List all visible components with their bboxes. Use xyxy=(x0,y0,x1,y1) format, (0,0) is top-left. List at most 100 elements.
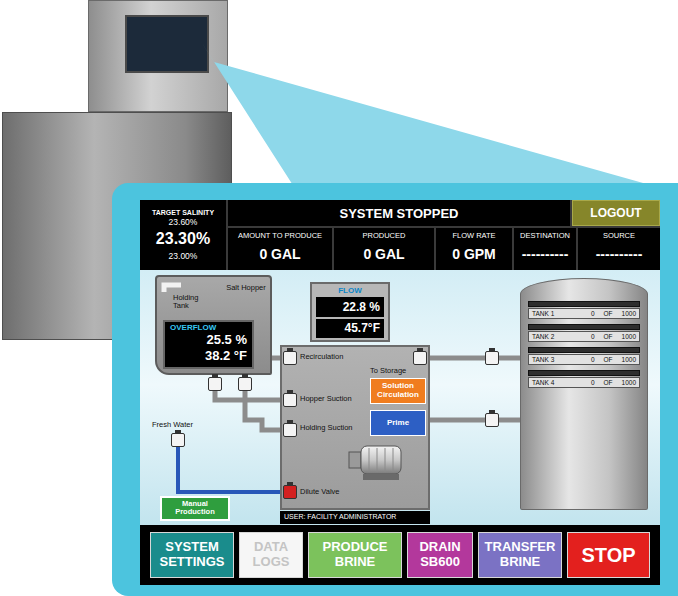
command-button[interactable]: DRAIN SB600 xyxy=(407,532,473,578)
hmi-screen: TARGET SALINITY23.60% 23.30% 23.00% SYSTEM … xyxy=(140,200,660,585)
flow-percent: 22.8 % xyxy=(316,297,384,317)
enclosure-screen xyxy=(125,15,209,73)
valve-label: Recirculation xyxy=(300,352,343,361)
tank-gauge xyxy=(528,370,640,376)
user-bar: USER: FACILITY ADMINISTRATOR xyxy=(280,511,430,524)
system-status: SYSTEM STOPPED xyxy=(228,200,570,226)
pump-motor-icon xyxy=(345,438,410,486)
command-button[interactable]: DATA LOGS xyxy=(239,532,303,578)
tank-of: OF xyxy=(604,379,613,386)
valve[interactable] xyxy=(413,351,427,365)
valve-label: Holding Suction xyxy=(300,423,353,432)
salinity-value: 23.30% xyxy=(156,230,210,248)
salt-hopper: Holding TankSalt HopperOVERFLOW25.5 %38.… xyxy=(155,275,272,375)
tank-label: TANK 1 0 OF 1000 xyxy=(528,308,640,319)
readout: FLOW RATE0 GPM xyxy=(436,228,512,270)
circuit-button[interactable]: Solution Circulation xyxy=(370,378,426,404)
readout-label: PRODUCED xyxy=(336,231,432,240)
page: TARGET SALINITY23.60% 23.30% 23.00% SYSTEM … xyxy=(0,0,678,596)
readout: PRODUCED0 GAL xyxy=(334,228,434,270)
readout-value: 0 GPM xyxy=(438,240,510,268)
readout-label: SOURCE xyxy=(580,231,658,240)
tank-label: TANK 40OF1000 xyxy=(528,377,640,388)
salinity-low: 23.00% xyxy=(169,251,198,261)
target-salinity[interactable]: TARGET SALINITY23.60% 23.30% 23.00% xyxy=(140,200,226,270)
tank-capacity: 1000 xyxy=(622,310,636,317)
header-right: SYSTEM STOPPEDLOGOUTAMOUNT TO PRODUCE0 G… xyxy=(228,200,660,270)
salinity-high: 23.60% xyxy=(169,217,198,227)
tank-name: TANK 1 xyxy=(532,310,582,317)
button-bar: SYSTEM SETTINGSDATA LOGSPRODUCE BRINEDRA… xyxy=(140,525,660,585)
header: TARGET SALINITY23.60% 23.30% 23.00% SYSTEM … xyxy=(140,200,660,270)
control-enclosure xyxy=(88,0,228,112)
tank-name: TANK 3 xyxy=(532,356,582,363)
flow-temp: 45.7°F xyxy=(316,319,384,339)
overflow-temp: 38.2 °F xyxy=(170,348,247,364)
valve[interactable] xyxy=(283,423,297,437)
tank-amount: 0 xyxy=(591,379,595,386)
readout-value: ---------- xyxy=(580,240,658,268)
flow-label: FLOW xyxy=(316,286,384,295)
readout-label: FLOW RATE xyxy=(438,231,510,240)
overflow-percent: 25.5 % xyxy=(170,332,247,348)
salinity-label: TARGET SALINITY xyxy=(152,209,214,216)
readout: AMOUNT TO PRODUCE0 GAL xyxy=(228,228,332,270)
command-button[interactable]: SYSTEM SETTINGS xyxy=(150,532,234,578)
valve[interactable] xyxy=(283,351,297,365)
valve[interactable] xyxy=(238,377,252,391)
tank-amount: 0 xyxy=(591,356,595,363)
tank-amount: 0 xyxy=(591,333,595,340)
tank-amount: 0 xyxy=(591,310,595,317)
tank-label: TANK 3 0 OF 1000 xyxy=(528,354,640,365)
valve[interactable] xyxy=(208,377,222,391)
readout-value: 0 GAL xyxy=(336,240,432,268)
holding-tank-label: Holding Tank xyxy=(173,294,209,311)
valve[interactable] xyxy=(283,393,297,407)
storage-tank: TANK 10OF1000TANK 20OF1000TANK 30OF1000T… xyxy=(520,278,648,510)
tank-of: OF xyxy=(604,310,613,317)
flow-readout: FLOW 22.8 %45.7°F xyxy=(310,282,390,342)
hopper-top: Holding Tank Salt Hopper xyxy=(161,280,266,318)
valve[interactable] xyxy=(283,485,297,499)
logout-button[interactable]: LOGOUT xyxy=(572,200,660,226)
tank-name: TANK 4 xyxy=(532,379,582,386)
tank-of: OF xyxy=(604,356,613,363)
tank-name: TANK 2 xyxy=(532,333,582,340)
readout-value: 0 GAL xyxy=(230,240,330,268)
readouts: AMOUNT TO PRODUCE0 GALPRODUCED0 GALFLOW … xyxy=(228,228,660,270)
valve-label: Dilute Valve xyxy=(300,487,339,496)
circuit-button[interactable]: Prime xyxy=(370,410,426,436)
valve[interactable] xyxy=(485,351,499,365)
command-button[interactable]: PRODUCE BRINE xyxy=(308,532,402,578)
tank-gauge xyxy=(528,301,640,307)
tank-row: TANK 3 0 OF 1000 xyxy=(528,347,640,365)
tank-row: TANK 20OF1000 xyxy=(528,324,640,342)
tank-gauge xyxy=(528,324,640,330)
command-button[interactable]: TRANSFER BRINE xyxy=(478,532,562,578)
valve-label: Hopper Suction xyxy=(300,394,352,403)
readout: DESTINATION---------- xyxy=(514,228,576,270)
readout: SOURCE---------- xyxy=(578,228,660,270)
tank-row: TANK 1 0 OF 1000 xyxy=(528,301,640,319)
tank-capacity: 1000 xyxy=(622,333,636,340)
process-diagram: Holding TankSalt HopperOVERFLOW25.5 %38.… xyxy=(140,270,660,525)
fresh-water-label: Fresh Water xyxy=(152,420,193,429)
title-row: SYSTEM STOPPEDLOGOUT xyxy=(228,200,660,226)
overflow-label: OVERFLOW xyxy=(170,323,247,332)
tank-capacity: 1000 xyxy=(622,356,636,363)
pipe-elbow-icon xyxy=(161,280,183,294)
holding-tank: Holding Tank xyxy=(161,280,209,318)
overflow-readout: OVERFLOW25.5 %38.2 °F xyxy=(163,320,254,369)
manual-production-button[interactable]: Manual Production xyxy=(160,496,230,521)
tank-gauge xyxy=(528,347,640,353)
tank-row: TANK 40OF1000 xyxy=(528,370,640,388)
valve-label: To Storage xyxy=(370,366,406,375)
readout-label: AMOUNT TO PRODUCE xyxy=(230,231,330,240)
command-button[interactable]: STOP xyxy=(567,532,650,578)
valve[interactable] xyxy=(171,433,185,447)
hopper-label: Salt Hopper xyxy=(226,280,266,318)
screen-callout: TARGET SALINITY23.60% 23.30% 23.00% SYSTEM … xyxy=(112,183,678,596)
readout-value: ---------- xyxy=(516,240,574,268)
valve[interactable] xyxy=(485,413,499,427)
tank-label: TANK 20OF1000 xyxy=(528,331,640,342)
